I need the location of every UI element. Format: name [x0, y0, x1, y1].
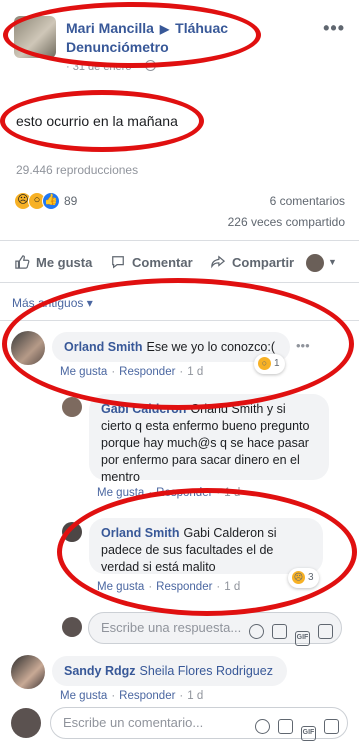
comment-author[interactable]: Gabi Calderon	[101, 402, 186, 416]
comment-sort-dropdown[interactable]: Más antiguos ▾	[12, 296, 93, 310]
my-avatar	[62, 617, 82, 637]
reaction-count: 89	[64, 194, 78, 208]
reply-placeholder: Escribe una respuesta...	[101, 620, 242, 635]
like-label: Me gusta	[36, 255, 93, 270]
comment-like-link[interactable]: Me gusta	[97, 581, 144, 593]
comment-time[interactable]: 1 d	[224, 487, 240, 499]
comments-count[interactable]: 6 comentarios	[270, 194, 345, 208]
like-reaction-icon: 👍	[42, 192, 60, 210]
globe-icon	[145, 60, 157, 71]
shares-count[interactable]: 226 veces compartido	[228, 215, 345, 229]
comment-actions: Me gusta · Responder · 1 d	[97, 487, 241, 499]
emoji-icon[interactable]	[255, 719, 270, 734]
comment-like-link[interactable]: Me gusta	[60, 690, 107, 702]
comment-like-link[interactable]: Me gusta	[60, 366, 107, 378]
comment-input[interactable]: Escribe un comentario... GIF	[50, 707, 348, 741]
comment-reactions[interactable]: ☹ 3	[288, 568, 319, 588]
comment-more-icon[interactable]: •••	[296, 338, 310, 353]
comment-text: Ese we yo lo conozco:(	[146, 340, 276, 354]
comment-bubble: Orland Smith Gabi Calderon si padece de s…	[89, 518, 323, 574]
comment-reply-link[interactable]: Responder	[156, 581, 212, 593]
comment-bubble: Gabi Calderon Orland Smith y si cierto q …	[89, 394, 329, 484]
reply-input-icons: GIF	[241, 620, 333, 650]
reply-input[interactable]: Escribe una respuesta... GIF	[88, 612, 342, 646]
comment-time[interactable]: 1 d	[187, 690, 203, 702]
comment-placeholder: Escribe un comentario...	[63, 715, 204, 730]
sticker-icon[interactable]	[324, 719, 339, 734]
sticker-icon[interactable]	[318, 624, 333, 639]
share-as-avatar[interactable]	[306, 254, 324, 272]
comment-label: Comentar	[132, 255, 193, 270]
emoji-icon[interactable]	[249, 624, 264, 639]
share-icon	[211, 255, 226, 269]
comment-bubble: Sandy Rdgz Sheila Flores Rodriguez	[52, 656, 287, 686]
sad-reaction-icon: ☹	[291, 569, 306, 585]
comment-button[interactable]: Comentar	[110, 255, 193, 270]
post-text: esto ocurrio en la mañana	[16, 113, 178, 129]
comment-time[interactable]: 1 d	[224, 581, 240, 593]
comment-reply-link[interactable]: Responder	[119, 690, 175, 702]
comment-reply-link[interactable]: Responder	[119, 366, 175, 378]
share-button[interactable]: Compartir	[210, 255, 294, 270]
reaction-summary[interactable]: ☹ ○ 👍 89	[14, 192, 77, 210]
gif-icon[interactable]: GIF	[295, 631, 310, 646]
comment-reply-link[interactable]: Responder	[156, 487, 212, 499]
post-date[interactable]: 31 de enero	[73, 61, 132, 73]
action-bar: Me gusta Comentar Compartir ▼	[0, 246, 359, 282]
comment-author[interactable]: Orland Smith	[64, 340, 142, 354]
arrow-icon: ▶	[159, 22, 170, 36]
wow-reaction-icon: ○	[257, 355, 272, 371]
comment-author[interactable]: Sandy Rdgz	[64, 664, 136, 678]
divider	[0, 320, 359, 321]
commenter-avatar[interactable]	[62, 397, 82, 417]
comment-input-icons: GIF	[247, 715, 339, 744]
like-button[interactable]: Me gusta	[14, 255, 92, 270]
comment-reactions[interactable]: ○ 1	[254, 354, 285, 374]
divider	[0, 282, 359, 283]
post-meta: · 31 de enero ·	[66, 60, 157, 73]
more-options-icon[interactable]: •••	[323, 18, 345, 39]
comment-icon	[112, 256, 124, 269]
comment-reaction-count: 1	[274, 358, 280, 369]
commenter-avatar[interactable]	[11, 331, 45, 365]
divider	[0, 240, 359, 241]
commenter-avatar[interactable]	[62, 522, 82, 542]
comment-reaction-count: 3	[308, 572, 314, 583]
comment-time[interactable]: 1 d	[187, 366, 203, 378]
comment-text[interactable]: Sheila Flores Rodriguez	[140, 664, 273, 678]
comment-actions: Me gusta · Responder · 1 d	[60, 366, 204, 378]
chevron-down-icon[interactable]: ▼	[328, 257, 337, 267]
comment-actions: Me gusta · Responder · 1 d	[60, 690, 204, 702]
share-label: Compartir	[232, 255, 295, 270]
my-avatar	[11, 708, 41, 738]
comment-author[interactable]: Orland Smith	[101, 526, 179, 540]
commenter-avatar[interactable]	[11, 655, 45, 689]
author-avatar[interactable]	[14, 16, 56, 58]
post-header: Mari Mancilla ▶ Tláhuac Denunciómetro · 31…	[0, 0, 359, 86]
view-count: 29.446 reproducciones	[16, 163, 139, 177]
gif-icon[interactable]: GIF	[301, 726, 316, 741]
comment-like-link[interactable]: Me gusta	[97, 487, 144, 499]
camera-icon[interactable]	[278, 719, 293, 734]
author-name[interactable]: Mari Mancilla	[66, 20, 154, 36]
comment-actions: Me gusta · Responder · 1 d	[97, 581, 241, 593]
post-author-line: Mari Mancilla ▶ Tláhuac Denunciómetro	[66, 19, 296, 56]
thumbs-up-icon	[15, 255, 30, 269]
camera-icon[interactable]	[272, 624, 287, 639]
comment-bubble: Orland Smith Ese we yo lo conozco:(	[52, 332, 290, 362]
